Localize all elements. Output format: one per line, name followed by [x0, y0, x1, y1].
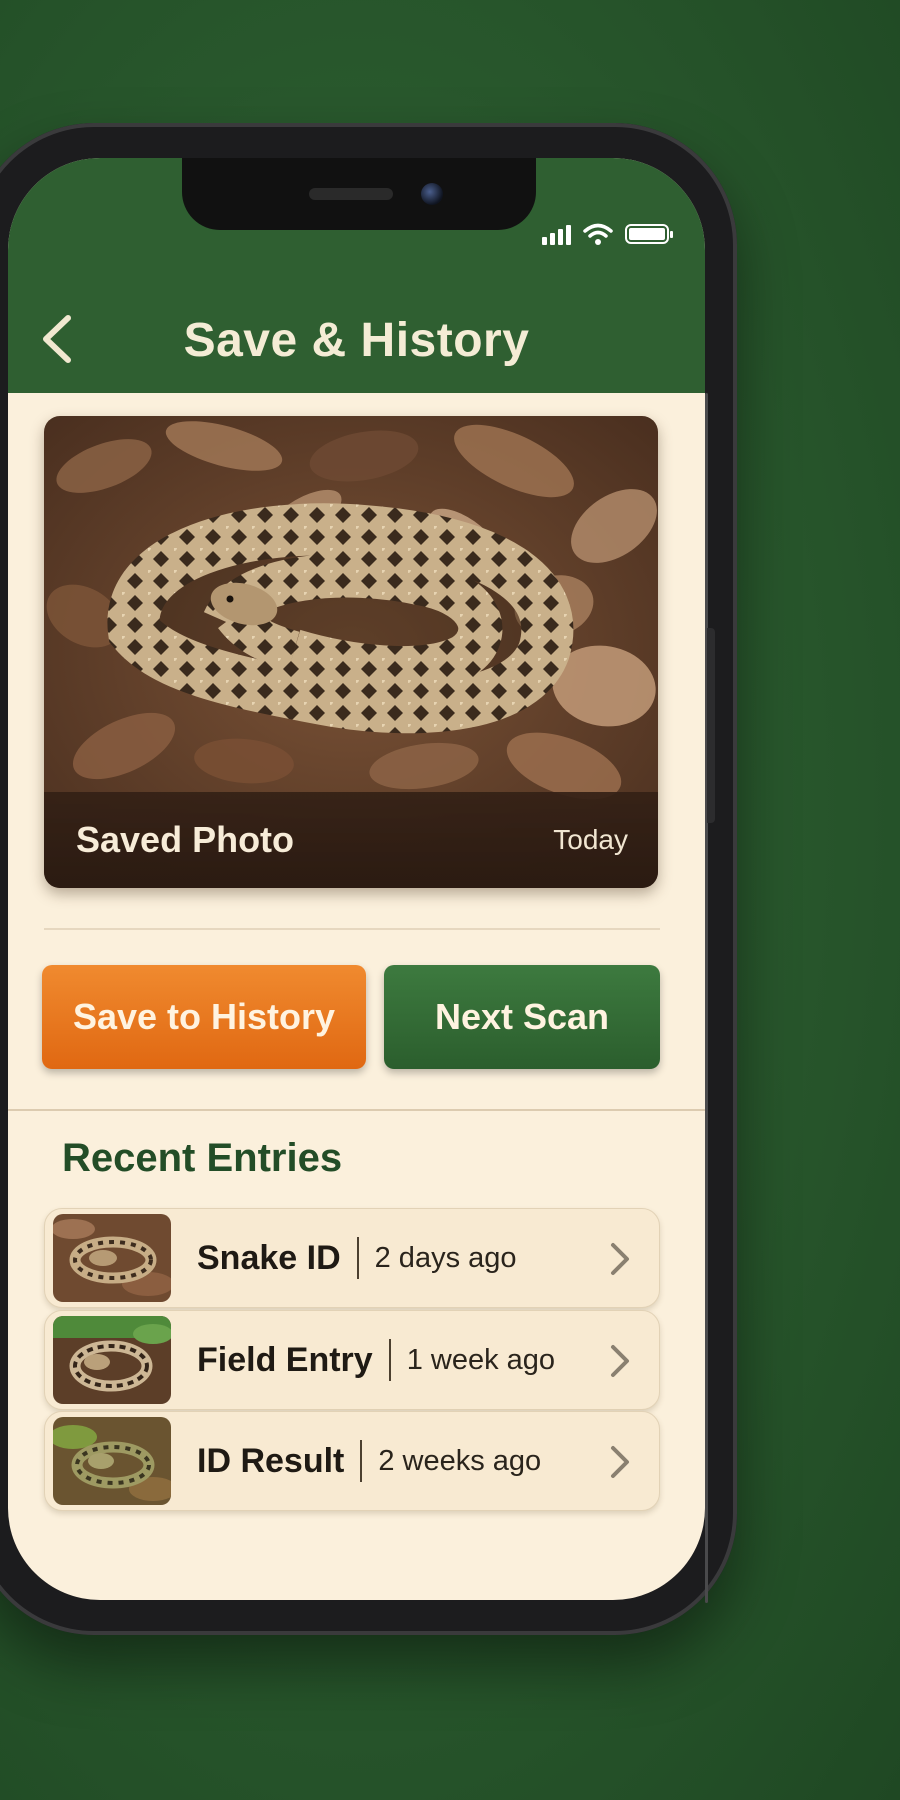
- signal-icon: [542, 223, 571, 245]
- entry-title: Snake ID: [197, 1238, 341, 1277]
- chevron-right-icon: [611, 1243, 629, 1275]
- list-item[interactable]: Snake ID 2 days ago: [44, 1208, 660, 1308]
- section-divider: [8, 1109, 705, 1111]
- entry-thumbnail: [53, 1417, 171, 1505]
- phone-frame: Save & History Saved Photo Today Save to…: [0, 123, 737, 1635]
- entry-separator: [388, 1339, 391, 1381]
- chevron-right-icon: [611, 1345, 629, 1377]
- notch: [182, 158, 536, 230]
- power-button: [707, 628, 715, 823]
- front-camera: [421, 183, 443, 205]
- photo-caption-date: Today: [553, 824, 628, 855]
- chevron-right-icon: [611, 1446, 629, 1478]
- wifi-icon: [583, 223, 613, 245]
- entry-separator: [360, 1440, 363, 1482]
- entry-thumbnail: [53, 1214, 171, 1302]
- battery-icon: [625, 224, 673, 244]
- entry-separator: [356, 1237, 359, 1279]
- saved-photo-card[interactable]: Saved Photo Today: [44, 416, 658, 888]
- entry-time: 1 week ago: [406, 1343, 556, 1376]
- entry-title: ID Result: [197, 1441, 345, 1480]
- photo-caption-bar: Saved Photo Today: [44, 792, 658, 888]
- entry-thumbnail: [53, 1316, 171, 1404]
- entry-time: 2 days ago: [374, 1241, 517, 1274]
- phone-screen: Save & History Saved Photo Today Save to…: [8, 158, 705, 1600]
- divider: [44, 928, 660, 930]
- status-bar: [542, 222, 673, 246]
- entry-title: Field Entry: [197, 1340, 373, 1379]
- photo-caption-title: Saved Photo: [76, 819, 295, 860]
- entry-time: 2 weeks ago: [378, 1444, 542, 1477]
- speaker: [309, 188, 393, 200]
- list-item[interactable]: Field Entry 1 week ago: [44, 1310, 660, 1410]
- phone-edge: [705, 393, 708, 1603]
- list-item[interactable]: ID Result 2 weeks ago: [44, 1411, 660, 1511]
- next-scan-button[interactable]: Next Scan: [384, 965, 660, 1069]
- save-to-history-button[interactable]: Save to History: [42, 965, 366, 1069]
- recent-entries-heading: Recent Entries: [62, 1136, 343, 1180]
- page-title: Save & History: [183, 314, 530, 367]
